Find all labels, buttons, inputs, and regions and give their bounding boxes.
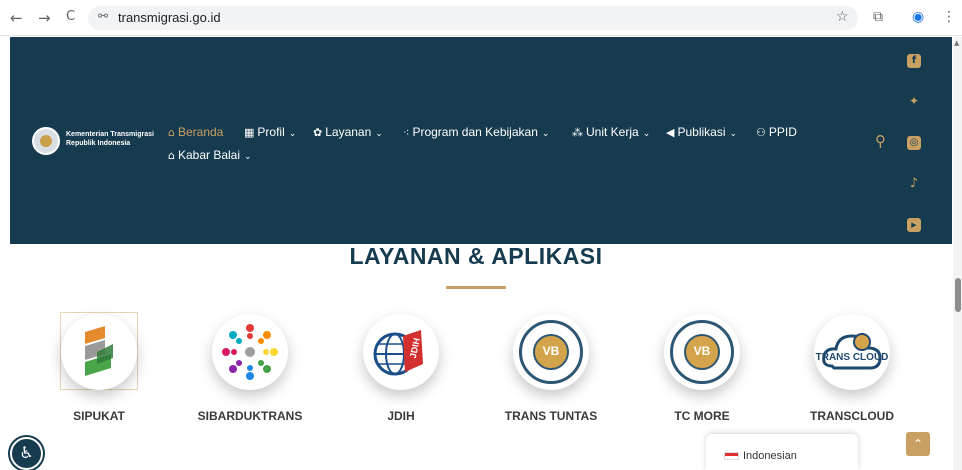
gear-icon: ✿: [313, 126, 323, 139]
trans-tuntas-logo[interactable]: VB: [513, 314, 589, 390]
scroll-up-arrow-icon[interactable]: ▲: [954, 39, 959, 47]
org-name[interactable]: Kementerian Transmigrasi Republik Indone…: [66, 130, 154, 148]
search-icon[interactable]: ⚲: [875, 132, 886, 150]
nav-label: Publikasi: [677, 125, 726, 139]
section-title: LAYANAN & APLIKASI: [349, 243, 603, 269]
url-text[interactable]: transmigrasi.go.id: [118, 10, 221, 25]
nav-label: Profil: [257, 125, 285, 139]
people-circle-icon: [222, 324, 278, 380]
star-icon[interactable]: ☆: [836, 9, 849, 25]
indonesia-flag-icon: [724, 452, 739, 460]
language-label: Indonesian: [743, 450, 797, 462]
nav-profil[interactable]: ▦ Profil ⌄: [244, 125, 296, 139]
extensions-icon[interactable]: ⧉: [873, 9, 883, 25]
org-name-line2: Republik Indonesia: [66, 140, 131, 147]
site-header: Kementerian Transmigrasi Republik Indone…: [10, 37, 952, 244]
seal-text: VB: [693, 344, 711, 358]
accessibility-button[interactable]: ♿: [10, 437, 43, 470]
nav-kabar-balai[interactable]: ⌂ Kabar Balai ⌄: [168, 148, 252, 162]
megaphone-icon: ◀: [666, 126, 675, 139]
globe-icon: JDIH: [373, 330, 423, 376]
jdih-logo[interactable]: JDIH: [363, 314, 439, 390]
site-settings-icon[interactable]: ⚯: [98, 9, 108, 23]
tc-more-logo[interactable]: VB: [664, 314, 740, 390]
facebook-icon[interactable]: f: [907, 54, 921, 68]
ministry-logo[interactable]: [32, 127, 60, 155]
app-label[interactable]: TRANSCLOUD: [782, 409, 922, 423]
nav-label: Kabar Balai: [177, 148, 241, 162]
seal-icon: VB: [519, 320, 583, 384]
nav-label: Beranda: [177, 125, 224, 139]
nav-label: Program dan Kebijakan: [412, 125, 538, 139]
menu-icon[interactable]: ⋮: [942, 9, 956, 25]
address-bar[interactable]: ⚯ transmigrasi.go.id: [88, 6, 858, 30]
transcloud-logo-text: TRANS CLOUD: [816, 352, 889, 363]
news-icon: ⌂: [168, 149, 175, 162]
tiktok-icon[interactable]: ♪: [907, 176, 921, 191]
nav-program[interactable]: ⁖ Program dan Kebijakan ⌄: [403, 125, 549, 139]
chevron-down-icon: ⌄: [541, 129, 550, 139]
sipukat-emblem-icon: [85, 326, 113, 376]
nav-label: Layanan: [325, 125, 372, 139]
nav-unit-kerja[interactable]: ⁂ Unit Kerja ⌄: [572, 125, 650, 139]
forward-icon[interactable]: →: [38, 9, 51, 27]
seal-icon: VB: [670, 320, 734, 384]
title-divider: [446, 286, 506, 289]
app-label[interactable]: JDIH: [331, 409, 471, 423]
nodes-icon: ⁖: [403, 126, 410, 139]
nav-layanan[interactable]: ✿ Layanan ⌄: [313, 125, 383, 139]
nav-label: PPID: [768, 125, 797, 139]
org-icon: ⁂: [572, 126, 583, 139]
chevron-down-icon: ⌄: [244, 152, 252, 162]
page-scrollbar[interactable]: ▲: [953, 37, 962, 470]
app-label[interactable]: SIPUKAT: [29, 409, 169, 423]
chevron-down-icon: ⌄: [729, 129, 738, 139]
chevron-down-icon: ⌄: [642, 129, 651, 139]
sipukat-logo[interactable]: [61, 314, 137, 390]
org-name-line1: Kementerian Transmigrasi: [66, 131, 154, 138]
back-to-top-button[interactable]: ⌃: [906, 432, 930, 456]
reload-icon[interactable]: C: [66, 9, 75, 24]
back-icon[interactable]: ←: [10, 9, 23, 27]
nav-label: Unit Kerja: [586, 125, 639, 139]
twitter-icon[interactable]: ✦: [907, 94, 921, 108]
sibarduktrans-logo[interactable]: [212, 314, 288, 390]
chevron-down-icon: ⌄: [375, 129, 383, 139]
users-icon: ⚇: [756, 126, 766, 139]
home-icon: ⌂: [168, 126, 175, 139]
scroll-thumb[interactable]: [955, 278, 961, 312]
youtube-icon[interactable]: ▶: [907, 218, 921, 232]
browser-toolbar: ← → C ⚯ transmigrasi.go.id ☆ ⧉ ◉ ⋮: [0, 0, 962, 36]
nav-ppid[interactable]: ⚇ PPID: [756, 125, 797, 139]
chevron-down-icon: ⌄: [288, 129, 297, 139]
nav-publikasi[interactable]: ◀ Publikasi ⌄: [666, 125, 737, 139]
language-selector[interactable]: Indonesian: [706, 434, 858, 470]
app-label[interactable]: TC MORE: [632, 409, 772, 423]
nav-beranda[interactable]: ⌂ Beranda: [168, 125, 223, 139]
profile-icon[interactable]: ◉: [912, 9, 924, 25]
instagram-icon[interactable]: ◎: [907, 136, 921, 150]
app-label[interactable]: SIBARDUKTRANS: [180, 409, 320, 423]
cloud-icon: TRANS CLOUD: [816, 333, 889, 370]
building-icon: ▦: [244, 126, 255, 139]
seal-text: VB: [542, 344, 560, 358]
transcloud-logo[interactable]: TRANS CLOUD: [814, 314, 890, 390]
app-label[interactable]: TRANS TUNTAS: [481, 409, 621, 423]
